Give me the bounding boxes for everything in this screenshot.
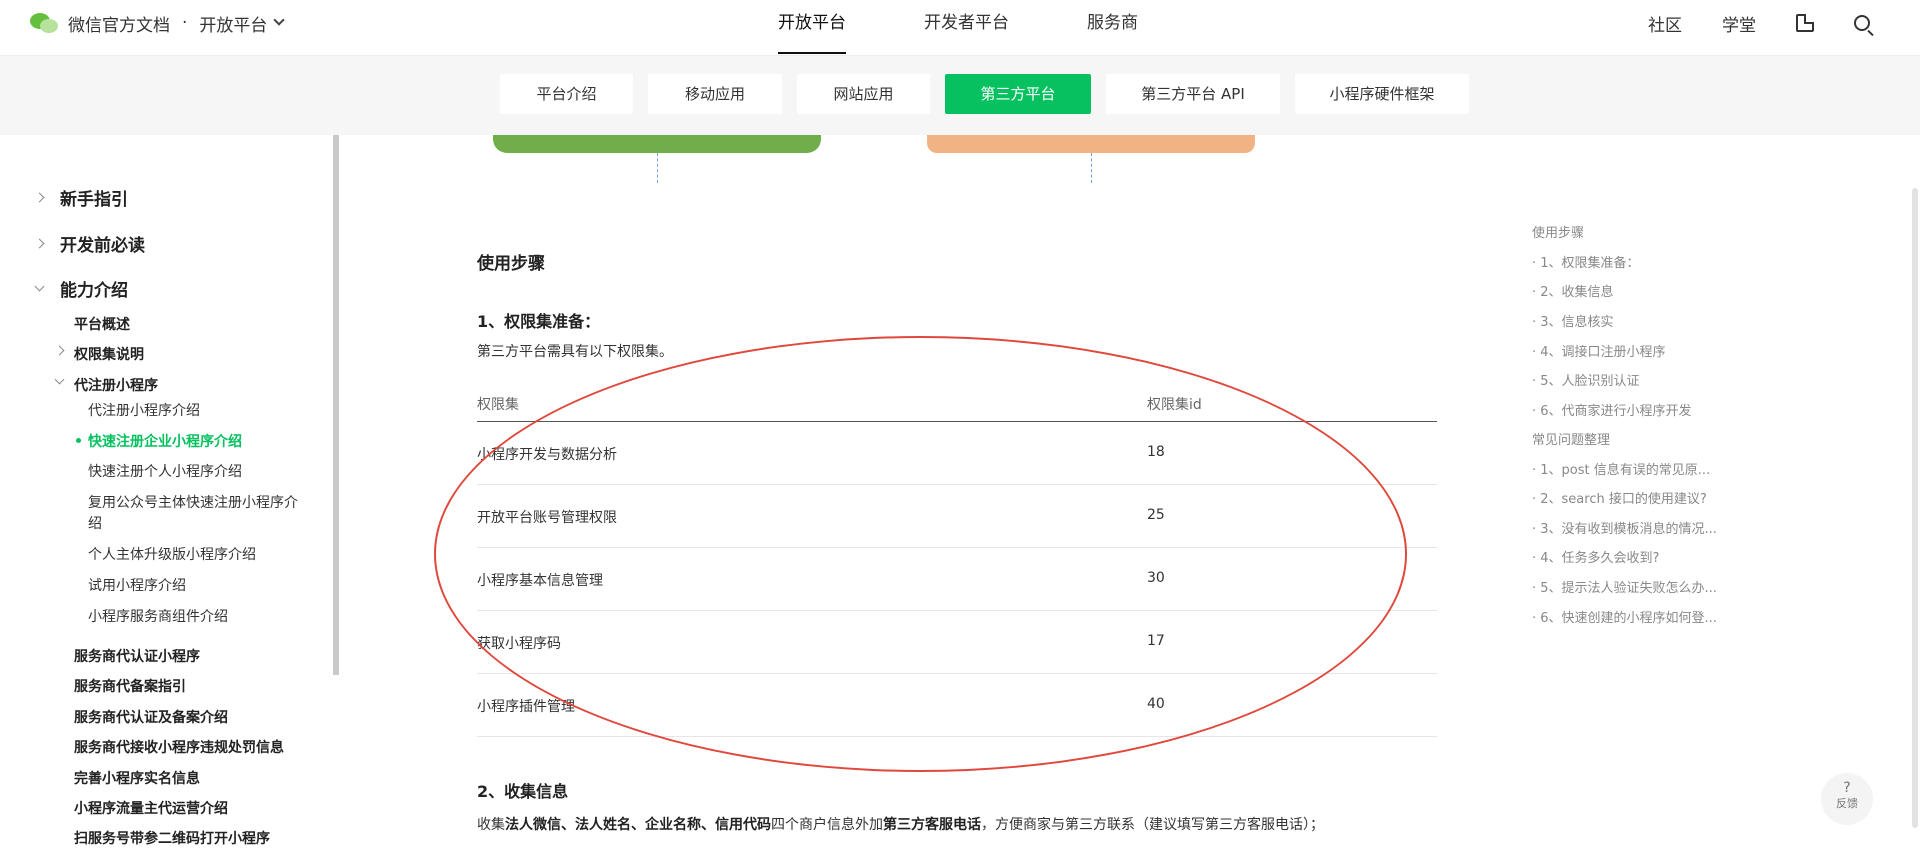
sidebar-item-trial-mp[interactable]: 试用小程序介绍 [88,575,186,595]
chevron-down-icon[interactable] [54,374,65,385]
toc-item[interactable]: · 3、没有收到模板消息的情况... [1532,518,1717,537]
sidebar-item-violation-info[interactable]: 服务商代接收小程序违规处罚信息 [74,737,284,757]
toc-item[interactable]: 常见问题整理 [1532,429,1610,448]
section1-desc: 第三方平台需具有以下权限集。 [477,344,673,360]
section1-heading: 1、权限集准备： [477,312,601,331]
steps-heading: 使用步骤 [477,254,545,274]
right-nav: 社区 学堂 [1608,0,1870,46]
sidebar-item-realname[interactable]: 完善小程序实名信息 [74,768,200,788]
sidebar-item-permission-sets[interactable]: 权限集说明 [74,344,144,364]
annotation-ellipse [434,336,1407,772]
mini-program-icon[interactable] [1796,14,1814,32]
page-scrollbar[interactable] [1912,188,1918,828]
sidebar-item-proxy-filing[interactable]: 服务商代备案指引 [74,676,186,696]
sidebar-item-before-dev[interactable]: 开发前必读 [60,231,145,256]
feedback-label: 反馈 [1836,797,1858,810]
sub-nav: 平台介绍 移动应用 网站应用 第三方平台 第三方平台 API 小程序硬件框架 [0,56,1920,135]
desc-text: 四个商户信息外加 [771,817,883,833]
sidebar-item-register-intro[interactable]: 代注册小程序介绍 [88,400,200,420]
platform-switcher[interactable]: 开放平台 [199,11,267,36]
sidebar-item-reuse-mp[interactable]: 复用公众号主体快速注册小程序介 [88,492,298,512]
nav-open-platform[interactable]: 开放平台 [760,0,864,56]
sidebar-scrollbar[interactable] [333,135,339,675]
sidebar-item-abilities[interactable]: 能力介绍 [60,276,128,301]
chevron-down-icon[interactable] [34,281,45,292]
toc-item[interactable]: · 4、调接口注册小程序 [1532,341,1666,360]
toc-item[interactable]: · 6、代商家进行小程序开发 [1532,400,1692,419]
nav-developer-platform[interactable]: 开发者平台 [906,0,1027,56]
question-icon: ? [1843,780,1851,796]
sidebar-item-certify-filing[interactable]: 服务商代认证及备案介绍 [74,707,228,727]
active-dot-icon [76,438,81,443]
desc-text: 收集 [477,817,505,833]
nav-community[interactable]: 社区 [1648,11,1682,36]
sidebar-item-traffic-ops[interactable]: 小程序流量主代运营介绍 [74,798,228,818]
brand[interactable]: 微信官方文档 · 开放平台 [30,10,286,36]
tab-platform-intro[interactable]: 平台介绍 [500,74,633,114]
chevron-right-icon[interactable] [34,192,45,203]
sidebar-item-qrcode-open[interactable]: 扫服务号带参二维码打开小程序 [74,828,270,848]
section2-desc: 收集法人微信、法人姓名、企业名称、信用代码四个商户信息外加第三方客服电话，方便商… [477,814,1324,834]
sidebar-item-reuse-mp-cont[interactable]: 绍 [88,513,102,533]
desc-bold: 法人微信、法人姓名、企业名称、信用代码 [505,817,771,833]
tab-third-party-platform[interactable]: 第三方平台 [945,74,1091,114]
sidebar-item-service-components[interactable]: 小程序服务商组件介绍 [88,606,228,626]
toc-item[interactable]: · 1、post 信息有误的常见原... [1532,459,1710,478]
brand-separator: · [182,13,188,33]
sidebar-item-proxy-certify[interactable]: 服务商代认证小程序 [74,646,200,666]
sidebar-item-personal-upgrade[interactable]: 个人主体升级版小程序介绍 [88,544,256,564]
chevron-right-icon[interactable] [54,345,65,356]
diagram-green-block [493,135,821,153]
diagram-orange-block [927,135,1255,153]
toc-item[interactable]: · 6、快速创建的小程序如何登... [1532,607,1717,626]
sidebar-item-getting-started[interactable]: 新手指引 [60,185,128,210]
chevron-right-icon[interactable] [34,238,45,249]
toc-item[interactable]: 使用步骤 [1532,222,1584,241]
desc-bold: 第三方客服电话 [883,817,981,833]
nav-academy[interactable]: 学堂 [1722,11,1756,36]
sidebar-item-platform-overview[interactable]: 平台概述 [74,314,130,334]
main-nav: 开放平台 开发者平台 服务商 [760,0,1198,56]
feedback-button[interactable]: ? 反馈 [1821,773,1873,825]
sidebar-item-proxy-register[interactable]: 代注册小程序 [74,375,158,395]
diagram-dashed-line [657,153,658,183]
tab-website-app[interactable]: 网站应用 [797,74,930,114]
toc-item[interactable]: · 3、信息核实 [1532,311,1614,330]
toc-item[interactable]: · 5、人脸识别认证 [1532,370,1640,389]
diagram-dashed-line [1091,153,1092,183]
toc-item[interactable]: · 4、任务多久会收到? [1532,547,1659,566]
chevron-down-icon[interactable] [273,14,286,26]
table-header-cell: 权限集 [477,397,519,413]
toc-item[interactable]: · 1、权限集准备： [1532,252,1640,271]
sidebar: 新手指引 开发前必读 能力介绍 平台概述 权限集说明 代注册小程序 代注册小程序… [0,135,340,854]
nav-service-provider[interactable]: 服务商 [1069,0,1156,56]
top-nav: 微信官方文档 · 开放平台 开放平台 开发者平台 服务商 社区 学堂 [0,0,1920,56]
toc-item[interactable]: · 2、search 接口的使用建议? [1532,488,1707,507]
tab-hardware-framework[interactable]: 小程序硬件框架 [1295,74,1469,114]
search-icon[interactable] [1854,15,1870,31]
wechat-logo-icon [30,11,58,35]
tab-third-party-api[interactable]: 第三方平台 API [1106,74,1280,114]
sidebar-item-fast-register-enterprise[interactable]: 快速注册企业小程序介绍 [88,431,242,451]
sidebar-item-fast-register-personal[interactable]: 快速注册个人小程序介绍 [88,461,242,481]
toc-item[interactable]: · 2、收集信息 [1532,281,1614,300]
tab-mobile-app[interactable]: 移动应用 [648,74,782,114]
desc-text: ，方便商家与第三方联系（建议填写第三方客服电话）； [981,817,1324,833]
section2-heading: 2、收集信息 [477,782,569,801]
toc-item[interactable]: · 5、提示法人验证失败怎么办... [1532,577,1717,596]
brand-title: 微信官方文档 [68,15,170,36]
